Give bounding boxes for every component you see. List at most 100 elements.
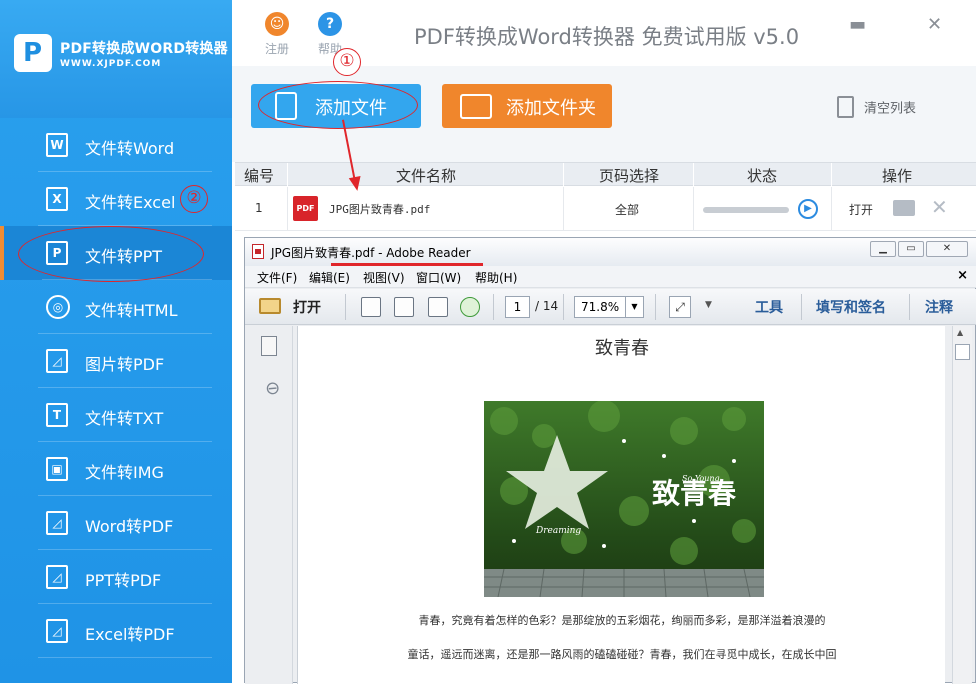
txt-file-icon: T xyxy=(46,403,68,427)
close-icon[interactable]: ✕ xyxy=(927,14,942,35)
scroll-up-icon[interactable]: ▲ xyxy=(957,328,963,337)
row-pages-select[interactable]: 全部 xyxy=(615,201,639,218)
create-pdf-icon[interactable] xyxy=(394,297,414,317)
pdf-file-icon: ◿ xyxy=(46,349,68,373)
table-row[interactable]: 1 PDF JPG图片致青春.pdf 全部 ▶ 打开 ✕ xyxy=(235,187,976,231)
minimize-icon[interactable]: ▬ xyxy=(849,14,866,35)
row-open-link[interactable]: 打开 xyxy=(849,201,873,218)
open-folder-icon[interactable] xyxy=(893,200,915,216)
annotation-ellipse-ppt xyxy=(18,226,204,282)
logo-area: P PDF转换成WORD转换器 WWW.XJPDF.COM xyxy=(0,0,232,118)
header-status: 状态 xyxy=(746,167,777,185)
document-title: 致青春 xyxy=(595,338,649,359)
reader-maximize-icon[interactable]: ▭ xyxy=(898,241,924,257)
sidebar-item-label: Excel转PDF xyxy=(85,625,175,644)
annotation-arrow-head xyxy=(348,175,364,193)
reader-scrollbar[interactable]: ▲ xyxy=(952,326,972,684)
reader-window: JPG图片致青春.pdf - Adobe Reader ▁ ▭ ✕ 文件(F) … xyxy=(244,237,976,684)
delete-icon[interactable]: ✕ xyxy=(931,195,948,219)
pages-icon[interactable] xyxy=(261,336,277,356)
play-icon[interactable]: ▶ xyxy=(798,199,818,219)
toolbar-separator xyxy=(345,294,346,320)
reader-titlebar: JPG图片致青春.pdf - Adobe Reader ▁ ▭ ✕ xyxy=(245,238,976,266)
row-index: 1 xyxy=(255,201,263,215)
comment-button[interactable]: 注释 xyxy=(925,297,953,317)
sidebar-item[interactable]: ◎ 文件转HTML xyxy=(0,280,232,334)
reader-toolbar: 打开 1 / 14 71.8% ▼ ⤢ ▼ 工具 填写和签名 注释 xyxy=(245,289,976,325)
reader-window-title: JPG图片致青春.pdf - Adobe Reader xyxy=(271,246,471,260)
folder-open-icon[interactable] xyxy=(259,298,281,314)
toolbar-separator xyxy=(563,294,564,320)
page-total: / 14 xyxy=(535,299,559,313)
sidebar-item[interactable]: ▣ 文件转IMG xyxy=(0,442,232,496)
register-button[interactable]: ☺ 注册 xyxy=(257,12,297,57)
edit-icon[interactable] xyxy=(428,297,448,317)
reader-menubar: 文件(F) 编辑(E) 视图(V) 窗口(W) 帮助(H) × xyxy=(245,266,976,288)
row-filename: JPG图片致青春.pdf xyxy=(329,203,431,216)
clear-list-label: 清空列表 xyxy=(864,101,917,117)
globe-icon: ◎ xyxy=(46,295,70,319)
sidebar-item-label: 文件转Excel xyxy=(85,193,176,212)
sidebar-item[interactable]: ◿ Excel转PDF xyxy=(0,604,232,658)
col-divider xyxy=(287,187,288,231)
page-number-input[interactable]: 1 xyxy=(505,296,530,318)
chevron-down-icon[interactable]: ▼ xyxy=(625,297,643,317)
menu-edit[interactable]: 编辑(E) xyxy=(309,269,350,286)
more-tools-icon[interactable]: ▼ xyxy=(705,300,712,310)
sidebar-item[interactable]: ◿ PPT转PDF xyxy=(0,550,232,604)
folder-icon xyxy=(460,94,492,119)
clear-list-button[interactable]: 清空列表 xyxy=(837,96,916,118)
brand-title: PDF转换成WORD转换器 xyxy=(60,41,228,57)
image-icon: ▣ xyxy=(46,457,68,481)
menu-view[interactable]: 视图(V) xyxy=(363,269,405,286)
open-button-label[interactable]: 打开 xyxy=(293,297,321,317)
word-file-icon: W xyxy=(46,133,68,157)
col-divider xyxy=(693,187,694,231)
reader-close-icon[interactable]: ✕ xyxy=(926,241,968,257)
sidebar-item-label: 文件转TXT xyxy=(85,409,164,428)
header-divider xyxy=(693,163,694,187)
sidebar: P PDF转换成WORD转换器 WWW.XJPDF.COM W 文件转Word X 文… xyxy=(0,0,232,683)
reader-nav-pane: ⊘ xyxy=(245,326,293,684)
sidebar-item[interactable]: T 文件转TXT xyxy=(0,388,232,442)
menu-window[interactable]: 窗口(W) xyxy=(416,269,461,286)
file-table-header: 编号 文件名称 页码选择 状态 操作 xyxy=(235,162,976,187)
sidebar-item[interactable]: W 文件转Word xyxy=(0,118,232,172)
col-divider xyxy=(831,187,832,231)
save-icon[interactable] xyxy=(361,297,381,317)
sidebar-item-label: 图片转PDF xyxy=(85,355,165,374)
pdf-file-icon: ◿ xyxy=(46,619,68,643)
app-logo-icon: P xyxy=(14,34,52,72)
pdf-file-icon: ◿ xyxy=(46,511,68,535)
scroll-thumb[interactable] xyxy=(955,344,970,360)
poster-image: So Young 致青春 Dreaming xyxy=(484,401,764,597)
header-actions: 操作 xyxy=(881,167,912,185)
pdf-icon: PDF xyxy=(293,196,318,221)
tools-pane-button[interactable]: 工具 xyxy=(755,297,783,317)
fullscreen-icon[interactable]: ⤢ xyxy=(669,296,691,318)
menu-file[interactable]: 文件(F) xyxy=(257,269,297,286)
menu-close-icon[interactable]: × xyxy=(957,268,968,283)
upload-icon[interactable] xyxy=(460,297,480,317)
header-filename: 文件名称 xyxy=(395,167,456,185)
excel-file-icon: X xyxy=(46,187,68,211)
app-title: PDF转换成Word转换器 免费试用版 v5.0 xyxy=(414,25,800,49)
annotation-ellipse-add-file xyxy=(258,81,418,129)
toolbar-separator xyxy=(909,294,910,320)
document-page: 致青春 So Young 致青春 Dreaming 青春，究竟有着怎样的色彩？是… xyxy=(297,326,945,684)
sidebar-item[interactable]: ◿ Word转PDF xyxy=(0,496,232,550)
toolbar-separator xyxy=(493,294,494,320)
pdf-icon xyxy=(252,244,264,259)
reader-minimize-icon[interactable]: ▁ xyxy=(870,241,896,257)
fill-sign-button[interactable]: 填写和签名 xyxy=(816,297,886,317)
sidebar-item[interactable]: ◿ 图片转PDF xyxy=(0,334,232,388)
help-icon: ? xyxy=(318,12,342,36)
sidebar-item-label: Word转PDF xyxy=(85,517,174,536)
zoom-select[interactable]: 71.8% ▼ xyxy=(574,296,644,318)
poster-title: 致青春 xyxy=(652,477,736,510)
add-folder-button[interactable]: 添加文件夹 xyxy=(442,84,612,128)
user-icon: ☺ xyxy=(265,12,289,36)
attachment-icon[interactable]: ⊘ xyxy=(260,376,285,402)
menu-help[interactable]: 帮助(H) xyxy=(475,269,517,286)
pdf-file-icon: ◿ xyxy=(46,565,68,589)
